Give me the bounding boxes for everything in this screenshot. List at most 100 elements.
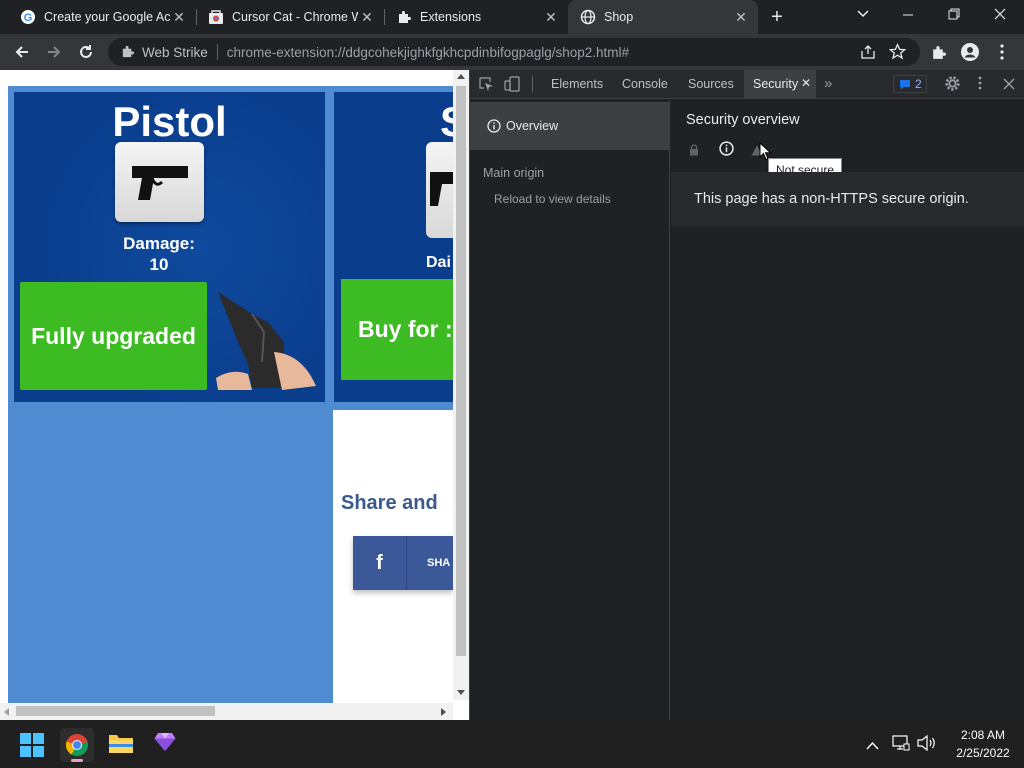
clock-date[interactable]: 2/25/2022 — [945, 746, 1021, 760]
hand-pistol-image — [212, 282, 318, 392]
info-icon[interactable] — [719, 141, 735, 157]
settings-gear-icon[interactable] — [944, 75, 962, 93]
horizontal-scrollbar[interactable] — [0, 703, 453, 720]
facebook-icon: f — [353, 536, 407, 590]
back-button[interactable] — [8, 38, 36, 66]
tab-shop[interactable]: Shop ✕ — [568, 0, 758, 34]
gun-icon — [426, 142, 453, 238]
network-icon[interactable] — [892, 735, 910, 753]
issues-badge[interactable]: 2 — [893, 75, 927, 93]
site-name[interactable]: Web Strike — [142, 45, 208, 60]
tab-security-label: Security — [753, 77, 799, 91]
security-main: Security overview Not secure This page h… — [671, 100, 1024, 720]
puzzle-icon — [396, 9, 412, 25]
globe-icon — [580, 9, 596, 25]
scroll-right-arrow[interactable] — [441, 708, 446, 716]
tab-search-chevron-icon[interactable] — [852, 6, 874, 28]
damage-label-partial: Dai — [426, 254, 451, 271]
shop-card-pistol: Pistol Damage: 10 Fully upgraded — [14, 92, 325, 402]
bookmark-star-icon[interactable] — [888, 43, 907, 63]
sidebar-item-overview[interactable]: Overview — [470, 102, 670, 150]
vertical-scroll-thumb[interactable] — [456, 86, 466, 656]
scroll-up-arrow[interactable] — [457, 74, 465, 79]
fully-upgraded-button[interactable]: Fully upgraded — [20, 282, 207, 390]
info-icon — [487, 119, 501, 133]
close-icon[interactable]: ✕ — [170, 8, 188, 26]
new-tab-button[interactable]: + — [766, 6, 788, 28]
gem-app-icon[interactable] — [154, 732, 178, 756]
buy-button[interactable]: Buy for : — [341, 279, 453, 380]
menu-kebab-icon[interactable] — [988, 38, 1016, 66]
extensions-puzzle-icon[interactable] — [924, 38, 952, 66]
main-origin-heading: Main origin — [483, 166, 545, 180]
profile-avatar-icon[interactable] — [956, 38, 984, 66]
security-overview-title: Security overview — [686, 112, 800, 128]
puzzle-icon[interactable] — [120, 44, 136, 60]
close-icon[interactable]: ✕ — [542, 8, 560, 26]
windows-taskbar: 2:08 AM 2/25/2022 — [0, 720, 1024, 768]
tab-security[interactable]: Security ✕ — [744, 70, 816, 99]
web-page-viewport: Pistol Damage: 10 Fully upgraded S Dai B… — [0, 70, 469, 720]
device-toolbar-icon[interactable] — [504, 76, 520, 92]
share-button-label: SHA — [427, 557, 451, 569]
browser-toolbar: Web Strike chrome-extension://ddgcohekji… — [0, 34, 1024, 70]
devtools-divider — [532, 76, 533, 92]
security-message-row: This page has a non-HTTPS secure origin. — [671, 172, 1024, 226]
clock-time[interactable]: 2:08 AM — [950, 728, 1016, 742]
tab-title: Create your Google Ac — [44, 10, 170, 24]
security-sidebar: Overview Main origin Reload to view deta… — [470, 100, 670, 720]
scroll-down-arrow[interactable] — [457, 690, 465, 695]
active-app-indicator — [71, 759, 83, 762]
devtools-panel: Elements Console Sources Security ✕ » 2 … — [469, 70, 1024, 720]
devtools-menu-kebab-icon[interactable] — [978, 76, 984, 92]
forward-button[interactable] — [40, 38, 68, 66]
tab-strip: G Create your Google Ac ✕ Cursor Cat - C… — [0, 0, 1024, 34]
share-icon[interactable] — [860, 44, 876, 63]
reload-to-view-details: Reload to view details — [494, 192, 611, 206]
address-bar[interactable]: Web Strike chrome-extension://ddgcohekji… — [108, 38, 920, 66]
security-message: This page has a non-HTTPS secure origin. — [694, 191, 969, 207]
tab-sources[interactable]: Sources — [688, 77, 734, 91]
tab-elements[interactable]: Elements — [551, 77, 603, 91]
windows-start-icon[interactable] — [20, 733, 44, 757]
scroll-left-arrow[interactable] — [4, 708, 9, 716]
volume-icon[interactable] — [917, 734, 937, 753]
close-icon[interactable]: ✕ — [732, 8, 750, 26]
damage-value: 10 — [149, 255, 169, 274]
minimize-button[interactable] — [900, 8, 918, 22]
horizontal-scroll-thumb[interactable] — [16, 706, 215, 716]
restore-button[interactable] — [946, 6, 964, 24]
facebook-share-button[interactable]: f SHA — [353, 536, 453, 590]
close-icon[interactable]: ✕ — [358, 8, 376, 26]
tab-console[interactable]: Console — [622, 77, 668, 91]
svg-text:G: G — [24, 12, 33, 24]
chrome-taskbar-icon[interactable] — [60, 728, 94, 762]
damage-label: Damage: — [123, 234, 195, 253]
vertical-scrollbar[interactable] — [453, 70, 469, 700]
chrome-webstore-icon — [208, 9, 224, 25]
close-devtools-icon[interactable] — [1003, 77, 1017, 91]
lock-icon[interactable] — [689, 143, 701, 157]
pistol-icon — [115, 142, 204, 222]
tab-title: Cursor Cat - Chrome W — [232, 10, 358, 24]
share-heading: Share and — [341, 492, 438, 514]
google-icon: G — [20, 9, 36, 25]
reload-button[interactable] — [72, 38, 100, 66]
file-explorer-icon[interactable] — [108, 732, 134, 756]
tab-google-account[interactable]: G Create your Google Ac ✕ — [8, 0, 196, 34]
chat-issues-icon — [900, 79, 910, 89]
tab-title: Extensions — [420, 10, 482, 24]
shop-card-2: S Dai Buy for : — [334, 92, 453, 402]
tab-cursor-cat[interactable]: Cursor Cat - Chrome W ✕ — [196, 0, 384, 34]
more-tabs-chevron-icon[interactable]: » — [824, 75, 832, 92]
show-hidden-icons-chevron[interactable] — [866, 737, 880, 751]
close-window-button[interactable] — [992, 6, 1010, 24]
issues-count: 2 — [915, 77, 922, 91]
inspect-element-icon[interactable] — [478, 76, 494, 92]
url-text[interactable]: chrome-extension://ddgcohekjighkfgkhcpdi… — [227, 45, 629, 60]
tab-extensions[interactable]: Extensions ✕ — [384, 0, 568, 34]
omnibox-divider — [216, 44, 218, 60]
close-icon[interactable]: ✕ — [801, 76, 811, 90]
card-title: Pistol — [112, 98, 227, 145]
sidebar-item-label: Overview — [506, 119, 559, 133]
